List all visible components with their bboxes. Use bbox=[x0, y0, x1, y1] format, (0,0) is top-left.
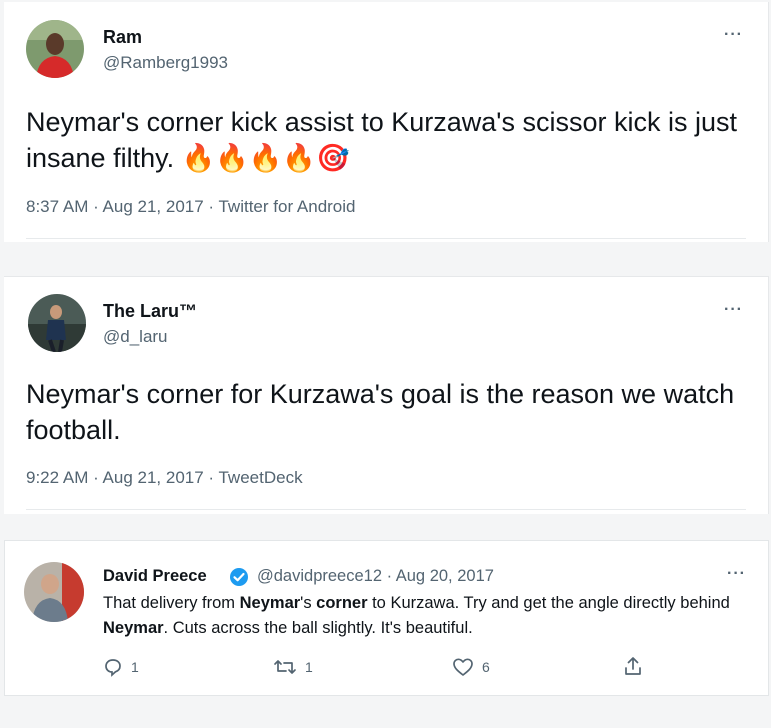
avatar-david-preece[interactable] bbox=[24, 562, 84, 622]
reply-icon bbox=[105, 659, 121, 677]
tweet-text: Neymar's corner for Kurzawa's goal is th… bbox=[26, 379, 735, 445]
share-action[interactable] bbox=[623, 655, 643, 677]
retweet-action[interactable]: 1 bbox=[273, 657, 313, 677]
text-segment: to Kurzawa. Try and get the angle direct… bbox=[367, 594, 730, 612]
heart-icon bbox=[453, 658, 473, 676]
highlighted-keyword: Neymar bbox=[103, 619, 164, 637]
avatar-laru[interactable] bbox=[28, 294, 86, 352]
verified-badge-icon bbox=[230, 568, 248, 586]
text-segment: 's bbox=[300, 594, 317, 612]
highlighted-keyword: Neymar bbox=[239, 594, 301, 612]
author-name[interactable]: Ram bbox=[103, 27, 142, 48]
like-action[interactable]: 6 bbox=[452, 657, 490, 677]
highlighted-keyword: corner bbox=[316, 594, 368, 612]
author-name[interactable]: David Preece bbox=[103, 567, 207, 586]
tweet-card-david-preece[interactable]: David Preece @davidpreece12 · Aug 20, 20… bbox=[4, 540, 769, 696]
tweet-text: That delivery from Neymar's corner to Ku… bbox=[103, 591, 743, 641]
tweet-card-ram[interactable]: Ram @Ramberg1993 ··· Neymar's corner kic… bbox=[4, 2, 769, 242]
author-handle[interactable]: @Ramberg1993 bbox=[103, 53, 228, 73]
tweet-card-laru[interactable]: The Laru™ @d_laru ··· Neymar's corner fo… bbox=[4, 276, 769, 514]
retweet-count: 1 bbox=[305, 659, 313, 675]
share-icon bbox=[625, 657, 641, 675]
tweet-meta[interactable]: 9:22 AM · Aug 21, 2017 · TweetDeck bbox=[26, 468, 303, 488]
text-segment: That delivery from bbox=[103, 594, 240, 612]
author-name[interactable]: The Laru™ bbox=[103, 301, 197, 322]
more-options-icon[interactable]: ··· bbox=[724, 26, 743, 44]
tweet-text: Neymar's corner kick assist to Kurzawa's… bbox=[26, 107, 737, 173]
more-options-icon[interactable]: ··· bbox=[727, 565, 746, 583]
text-segment: . Cuts across the ball slightly. It's be… bbox=[163, 619, 473, 637]
reply-count: 1 bbox=[131, 659, 139, 675]
divider bbox=[26, 238, 746, 239]
reply-action[interactable]: 1 bbox=[103, 657, 139, 677]
more-options-icon[interactable]: ··· bbox=[724, 301, 743, 319]
author-handle-date[interactable]: @davidpreece12 · Aug 20, 2017 bbox=[257, 567, 494, 586]
tweet-meta[interactable]: 8:37 AM · Aug 21, 2017 · Twitter for And… bbox=[26, 197, 356, 217]
retweet-icon bbox=[274, 660, 296, 674]
author-handle[interactable]: @d_laru bbox=[103, 327, 168, 347]
avatar-ram[interactable] bbox=[26, 20, 84, 78]
like-count: 6 bbox=[482, 659, 490, 675]
divider bbox=[26, 509, 746, 510]
